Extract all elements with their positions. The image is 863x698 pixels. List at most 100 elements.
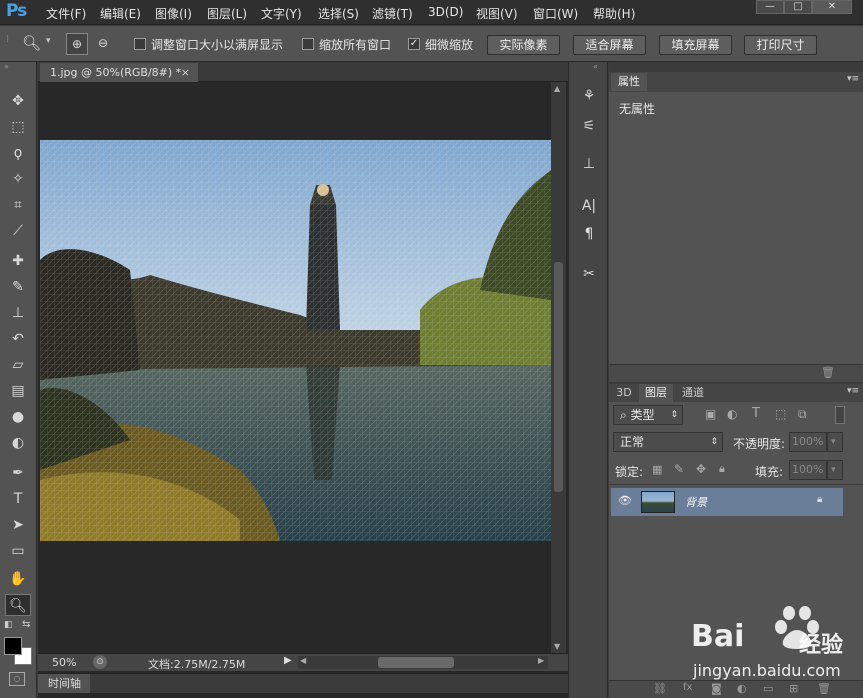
- close-tab-icon[interactable]: ×: [181, 63, 190, 82]
- timeline-tab[interactable]: 时间轴: [38, 674, 90, 693]
- shape-tool-icon[interactable]: ▭: [5, 540, 31, 562]
- lock-all-icon[interactable]: 🔒︎: [719, 462, 725, 476]
- swap-colors-icon[interactable]: ⇆: [22, 619, 30, 630]
- fill-dropdown-icon[interactable]: ▾: [827, 460, 843, 480]
- smart-object-filter-icon[interactable]: ⧉: [798, 407, 807, 422]
- actual-pixels-button[interactable]: 实际像素: [487, 35, 560, 55]
- path-selection-tool-icon[interactable]: ➤: [5, 514, 31, 536]
- menu-3d[interactable]: 3D(D): [428, 5, 463, 19]
- expand-panels-icon[interactable]: «: [593, 62, 598, 71]
- scroll-up-icon[interactable]: ▲: [554, 84, 560, 93]
- opacity-input[interactable]: 100%: [789, 432, 827, 452]
- vertical-scrollbar[interactable]: ▲ ▼: [551, 82, 566, 655]
- hand-tool-icon[interactable]: ✋: [5, 568, 31, 590]
- filter-toggle[interactable]: [835, 406, 845, 424]
- layer-name[interactable]: 背景: [685, 494, 707, 510]
- minimize-button[interactable]: —: [756, 0, 784, 14]
- zoom-in-icon[interactable]: ⊕: [66, 33, 88, 55]
- scrubby-zoom-checkbox[interactable]: ✓: [408, 38, 420, 50]
- pagoda-lake-photo: [40, 140, 551, 541]
- marquee-tool-icon[interactable]: ⬚: [5, 116, 31, 138]
- zoom-tool-preset-icon[interactable]: 🔍︎: [22, 34, 41, 52]
- character-panel-icon[interactable]: A|: [577, 194, 601, 218]
- history-brush-tool-icon[interactable]: ↶: [5, 328, 31, 350]
- magic-wand-tool-icon[interactable]: ✧: [5, 168, 31, 190]
- zoom-tool-icon[interactable]: 🔍︎: [5, 594, 31, 616]
- print-size-button[interactable]: 打印尺寸: [744, 35, 817, 55]
- menu-type[interactable]: 文字(Y): [261, 5, 302, 22]
- menu-filter[interactable]: 滤镜(T): [372, 5, 413, 22]
- clone-source-panel-icon[interactable]: ⊥: [577, 152, 601, 176]
- close-button[interactable]: ✕: [812, 0, 852, 14]
- trash-icon[interactable]: 🗑︎: [821, 366, 835, 379]
- actions-panel-icon[interactable]: ⚟: [577, 114, 601, 138]
- menu-select[interactable]: 选择(S): [318, 5, 359, 22]
- menu-view[interactable]: 视图(V): [476, 5, 518, 22]
- type-tool-icon[interactable]: T: [5, 488, 31, 510]
- healing-brush-tool-icon[interactable]: ✚: [5, 250, 31, 272]
- zoom-level[interactable]: 50%: [52, 656, 76, 669]
- pixel-filter-icon[interactable]: ▣: [705, 407, 716, 421]
- crop-tool-icon[interactable]: ⌗: [5, 194, 31, 216]
- scroll-right-icon[interactable]: ▶: [538, 656, 544, 665]
- scroll-left-icon[interactable]: ◀: [300, 656, 306, 665]
- menu-help[interactable]: 帮助(H): [593, 5, 635, 22]
- lock-pixels-icon[interactable]: ✎: [674, 462, 684, 476]
- status-menu-arrow-icon[interactable]: ▶: [284, 655, 292, 666]
- tab-3d[interactable]: 3D: [611, 384, 637, 402]
- filter-kind-select[interactable]: ⌕ 类型 ⇕: [613, 405, 683, 425]
- eyedropper-tool-icon[interactable]: ⟋: [5, 220, 31, 242]
- pen-tool-icon[interactable]: ✒: [5, 462, 31, 484]
- layers-menu-icon[interactable]: ▾≡: [847, 386, 859, 396]
- zoom-out-icon[interactable]: ⊖: [92, 33, 114, 55]
- type-filter-icon[interactable]: T: [752, 406, 760, 421]
- panel-menu-icon[interactable]: ▾≡: [847, 74, 859, 84]
- menu-layer[interactable]: 图层(L): [207, 5, 247, 22]
- tab-channels[interactable]: 通道: [675, 384, 711, 402]
- horizontal-scroll-thumb[interactable]: [378, 657, 454, 668]
- scroll-down-icon[interactable]: ▼: [554, 642, 560, 651]
- blur-tool-icon[interactable]: ●: [5, 406, 31, 428]
- document-tab[interactable]: 1.jpg @ 50%(RGB/8#) * ×: [40, 63, 198, 82]
- menu-edit[interactable]: 编辑(E): [100, 5, 141, 22]
- image-canvas[interactable]: [40, 140, 551, 541]
- move-tool-icon[interactable]: ✥: [5, 90, 31, 112]
- tab-layers[interactable]: 图层: [639, 384, 673, 402]
- fit-screen-button[interactable]: 适合屏幕: [573, 35, 646, 55]
- fill-input[interactable]: 100%: [789, 460, 827, 480]
- zoom-all-checkbox[interactable]: [302, 38, 314, 50]
- paragraph-panel-icon[interactable]: ¶: [577, 222, 601, 246]
- foreground-color-swatch[interactable]: [4, 637, 22, 655]
- gradient-tool-icon[interactable]: ▤: [5, 380, 31, 402]
- blend-mode-select[interactable]: 正常 ⇕: [613, 432, 723, 452]
- vertical-scroll-thumb[interactable]: [554, 262, 563, 492]
- lasso-tool-icon[interactable]: ϙ: [5, 142, 31, 164]
- eraser-tool-icon[interactable]: ▱: [5, 354, 31, 376]
- layer-row-background[interactable]: 👁︎ 背景 🔒︎: [611, 488, 843, 516]
- adjustment-filter-icon[interactable]: ◐: [727, 407, 737, 421]
- fill-screen-button[interactable]: 填充屏幕: [659, 35, 732, 55]
- tool-presets-panel-icon[interactable]: ✂: [577, 262, 601, 286]
- stamp-tool-icon[interactable]: ⊥: [5, 302, 31, 324]
- menu-window[interactable]: 窗口(W): [533, 5, 578, 22]
- default-colors-icon[interactable]: ◧: [4, 620, 13, 630]
- collapse-icon[interactable]: »: [4, 62, 9, 71]
- menu-file[interactable]: 文件(F): [46, 5, 86, 22]
- properties-tab[interactable]: 属性: [611, 73, 647, 91]
- maximize-button[interactable]: □: [784, 0, 812, 14]
- quick-mask-icon[interactable]: ◌: [9, 672, 25, 686]
- resize-windows-checkbox[interactable]: [134, 38, 146, 50]
- lock-transparent-icon[interactable]: ▦: [652, 463, 662, 476]
- horizontal-scrollbar[interactable]: ◀ ▶: [298, 656, 548, 669]
- brush-tool-icon[interactable]: ✎: [5, 276, 31, 298]
- chevron-down-icon[interactable]: ▾: [46, 36, 51, 46]
- menu-image[interactable]: 图像(I): [155, 5, 192, 22]
- watermark-brand2: 经验: [799, 633, 844, 658]
- visibility-eye-icon[interactable]: 👁︎: [618, 494, 632, 507]
- dodge-tool-icon[interactable]: ◐: [5, 432, 31, 454]
- status-info-icon[interactable]: ⊙: [93, 655, 107, 669]
- history-panel-icon[interactable]: ⚘: [577, 84, 601, 108]
- lock-position-icon[interactable]: ✥: [696, 462, 706, 476]
- opacity-dropdown-icon[interactable]: ▾: [827, 432, 843, 452]
- shape-filter-icon[interactable]: ⬚: [775, 407, 786, 421]
